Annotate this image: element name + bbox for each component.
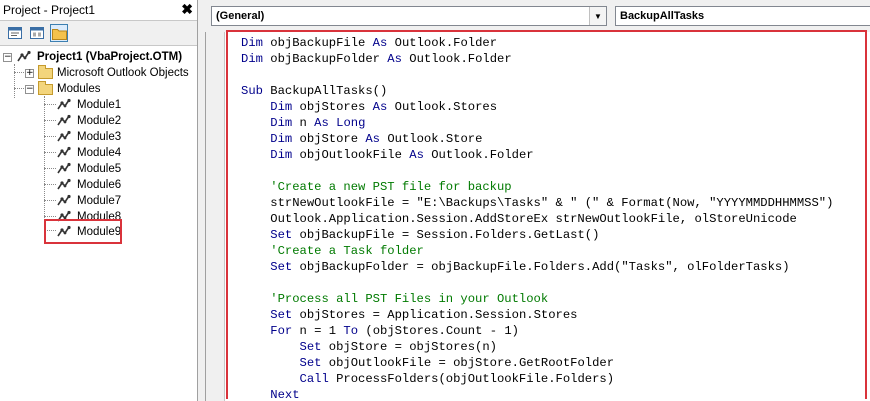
tree-item-module5[interactable]: Module5 — [56, 161, 121, 177]
project-toolbar — [0, 21, 197, 46]
tree-item-label: Module6 — [77, 179, 122, 191]
object-combo[interactable]: (General) ▼ — [211, 6, 607, 26]
project-explorer: Project - Project1 ✖ − Project1 (VbaProj… — [0, 0, 198, 401]
collapse-icon[interactable]: − — [25, 84, 34, 94]
tree-item-project1[interactable]: − Project1 (VbaProject.OTM) — [3, 49, 182, 65]
tree-item-label: Module7 — [77, 195, 122, 207]
vba-project-icon — [17, 50, 31, 62]
tree-item-label: Module1 — [77, 99, 122, 111]
procedure-combo[interactable]: BackupAllTasks — [615, 6, 870, 26]
expand-icon[interactable]: + — [25, 68, 34, 78]
tree-item-modules[interactable]: − Modules — [25, 80, 101, 97]
tree-item-label: Module5 — [77, 163, 122, 175]
tree-item-module4[interactable]: Module4 — [56, 145, 121, 161]
tree-item-module3[interactable]: Module3 — [56, 129, 121, 145]
toggle-folders-button[interactable] — [50, 24, 68, 42]
tree-item-outlook-objects[interactable]: + Microsoft Outlook Objects — [25, 64, 189, 81]
chevron-down-icon[interactable]: ▼ — [589, 7, 606, 25]
folder-open-icon — [38, 80, 53, 95]
project-pane-title: Project - Project1 — [3, 3, 96, 17]
view-object-icon — [30, 27, 44, 39]
view-object-button[interactable] — [28, 24, 46, 42]
view-code-icon — [8, 27, 22, 39]
module-icon — [57, 178, 71, 190]
tree-item-module1[interactable]: Module1 — [56, 97, 121, 113]
module-icon — [57, 130, 71, 142]
object-combo-value: (General) — [216, 10, 265, 22]
module-icon — [57, 98, 71, 110]
tree-item-label: Microsoft Outlook Objects — [57, 67, 189, 79]
tree-item-module7[interactable]: Module7 — [56, 193, 121, 209]
module-icon — [57, 194, 71, 206]
tree-item-label: Module2 — [77, 115, 122, 127]
tree-item-label: Project1 (VbaProject.OTM) — [37, 51, 183, 63]
module-icon — [57, 146, 71, 158]
tree-item-label: Module4 — [77, 147, 122, 159]
tree-item-module6[interactable]: Module6 — [56, 177, 121, 193]
code-highlight-box — [226, 30, 867, 399]
module-icon — [57, 114, 71, 126]
project-pane-title-bar: Project - Project1 ✖ — [0, 0, 197, 21]
code-gutter[interactable] — [206, 32, 225, 401]
tree-item-label: Modules — [57, 83, 101, 95]
procedure-combo-value: BackupAllTasks — [620, 10, 705, 22]
module-icon — [57, 162, 71, 174]
combo-bar: (General) ▼ BackupAllTasks — [203, 0, 870, 32]
collapse-icon[interactable]: − — [3, 52, 12, 62]
folder-icon — [51, 28, 67, 40]
tree-item-label: Module3 — [77, 131, 122, 143]
folder-icon — [38, 64, 53, 79]
view-code-button[interactable] — [6, 24, 24, 42]
close-icon[interactable]: ✖ — [181, 1, 193, 18]
tree-item-module2[interactable]: Module2 — [56, 113, 121, 129]
code-window: (General) ▼ BackupAllTasks Dim objBackup… — [203, 0, 870, 401]
module9-highlight-box — [44, 219, 122, 244]
